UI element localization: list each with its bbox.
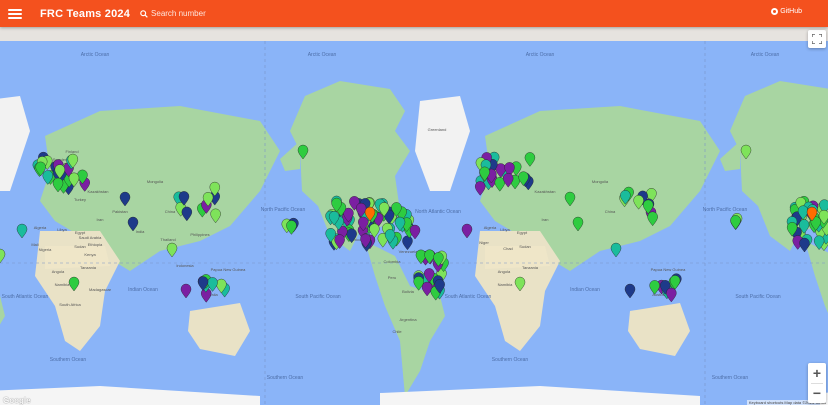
zoom-control: + − bbox=[808, 363, 826, 403]
label-south-africa: South Africa bbox=[59, 302, 81, 307]
team-marker[interactable] bbox=[461, 223, 473, 239]
label-finland: Finland bbox=[65, 149, 78, 154]
team-marker[interactable] bbox=[730, 215, 741, 230]
label-arctic-ocean-4: Arctic Ocean bbox=[751, 52, 780, 58]
label-south-atlantic-2: South Atlantic Ocean bbox=[445, 294, 492, 300]
team-marker[interactable] bbox=[402, 235, 413, 251]
zoom-out-button[interactable]: − bbox=[808, 383, 826, 403]
label-south-pacific-2: South Pacific Ocean bbox=[735, 294, 781, 300]
label-china-1: China bbox=[165, 209, 176, 214]
search-input[interactable] bbox=[151, 9, 262, 18]
label-south-pacific-1: South Pacific Ocean bbox=[295, 294, 341, 300]
label-iran-2: Iran bbox=[542, 217, 549, 222]
label-mongolia-2: Mongolia bbox=[592, 179, 609, 184]
zoom-in-button[interactable]: + bbox=[808, 363, 826, 383]
label-mali: Mali bbox=[31, 242, 38, 247]
label-kazakhstan-2: Kazakhstan bbox=[535, 189, 556, 194]
team-marker[interactable] bbox=[409, 224, 421, 240]
label-ethiopia: Ethiopia bbox=[88, 242, 103, 247]
label-southern-ocean-4: Southern Ocean bbox=[712, 375, 749, 381]
label-peru: Peru bbox=[388, 275, 396, 280]
label-turkey: Turkey bbox=[74, 197, 86, 202]
label-papua-new-guinea-2: Papua New Guinea bbox=[651, 267, 686, 272]
label-egypt-2: Egypt bbox=[517, 230, 528, 235]
search-icon bbox=[140, 9, 148, 18]
label-arctic-ocean-2: Arctic Ocean bbox=[308, 52, 337, 58]
label-libya-2: Libya bbox=[500, 227, 510, 232]
label-niger: Niger bbox=[479, 240, 489, 245]
label-southern-ocean-2: Southern Ocean bbox=[267, 375, 304, 381]
label-indian-ocean-2: Indian Ocean bbox=[570, 287, 600, 293]
team-marker[interactable] bbox=[0, 248, 6, 264]
team-marker[interactable] bbox=[666, 287, 677, 303]
label-argentina: Argentina bbox=[399, 317, 417, 322]
label-bolivia: Bolivia bbox=[402, 289, 415, 294]
label-north-atlantic: North Atlantic Ocean bbox=[415, 209, 461, 215]
google-logo: Google bbox=[3, 396, 31, 405]
label-north-pacific-2: North Pacific Ocean bbox=[703, 207, 748, 213]
label-philippines: Philippines bbox=[190, 232, 209, 237]
label-southern-ocean-3: Southern Ocean bbox=[492, 357, 529, 363]
menu-icon[interactable] bbox=[8, 8, 22, 19]
github-link[interactable]: GitHub bbox=[771, 8, 802, 15]
label-algeria-2: Algeria bbox=[484, 225, 497, 230]
label-angola-1: Angola bbox=[52, 269, 65, 274]
label-saudi-arabia: Saudi Arabia bbox=[79, 235, 102, 240]
fullscreen-icon bbox=[812, 34, 822, 44]
label-venezuela: Venezuela bbox=[399, 249, 418, 254]
label-iran-1: Iran bbox=[97, 217, 104, 222]
app-title: FRC Teams 2024 bbox=[40, 7, 131, 20]
label-sudan-1: Sudan bbox=[74, 244, 86, 249]
team-marker[interactable] bbox=[16, 223, 28, 239]
label-algeria-1: Algeria bbox=[34, 225, 47, 230]
app-bar: FRC Teams 2024 GitHub bbox=[0, 0, 828, 27]
label-namibia-2: Namibia bbox=[498, 282, 513, 287]
label-north-pacific-1: North Pacific Ocean bbox=[261, 207, 306, 213]
map-top-strip bbox=[0, 27, 828, 41]
label-mongolia-1: Mongolia bbox=[147, 179, 164, 184]
label-pakistan: Pakistan bbox=[112, 209, 127, 214]
team-marker[interactable] bbox=[286, 220, 297, 235]
label-nigeria: Nigeria bbox=[39, 247, 52, 252]
label-greenland: Greenland bbox=[428, 127, 447, 132]
team-marker[interactable] bbox=[624, 283, 636, 299]
label-indian-ocean-1: Indian Ocean bbox=[128, 287, 158, 293]
github-icon bbox=[771, 8, 779, 15]
fullscreen-button[interactable] bbox=[808, 30, 826, 48]
label-chile: Chile bbox=[392, 329, 402, 334]
github-label: GitHub bbox=[780, 8, 802, 15]
label-china-2: China bbox=[605, 209, 616, 214]
label-arctic-ocean-1: Arctic Ocean bbox=[81, 52, 110, 58]
label-tanzania-1: Tanzania bbox=[80, 265, 97, 270]
label-southern-ocean-1: Southern Ocean bbox=[50, 357, 87, 363]
label-chad: Chad bbox=[503, 246, 513, 251]
team-marker[interactable] bbox=[166, 242, 178, 258]
map-canvas: Arctic Ocean Arctic Ocean Arctic Ocean A… bbox=[0, 41, 828, 405]
label-madagascar: Madagascar bbox=[89, 287, 112, 292]
label-angola-2: Angola bbox=[498, 269, 511, 274]
label-libya-1: Libya bbox=[57, 227, 67, 232]
label-india: India bbox=[136, 229, 145, 234]
label-south-atlantic-1: South Atlantic Ocean bbox=[2, 294, 49, 300]
team-marker[interactable] bbox=[610, 242, 622, 258]
label-thailand: Thailand bbox=[160, 237, 175, 242]
label-sudan-2: Sudan bbox=[519, 244, 531, 249]
label-colombia: Colombia bbox=[384, 259, 402, 264]
label-papua-new-guinea-1: Papua New Guinea bbox=[211, 267, 246, 272]
label-kenya: Kenya bbox=[84, 252, 96, 257]
label-tanzania-2: Tanzania bbox=[522, 265, 539, 270]
label-indonesia: Indonesia bbox=[176, 263, 194, 268]
world-map[interactable]: Arctic Ocean Arctic Ocean Arctic Ocean A… bbox=[0, 41, 828, 405]
label-arctic-ocean-3: Arctic Ocean bbox=[526, 52, 555, 58]
team-marker[interactable] bbox=[180, 283, 192, 299]
label-kazakhstan-1: Kazakhstan bbox=[88, 189, 109, 194]
label-namibia-1: Namibia bbox=[55, 282, 70, 287]
search-box[interactable] bbox=[140, 5, 280, 23]
